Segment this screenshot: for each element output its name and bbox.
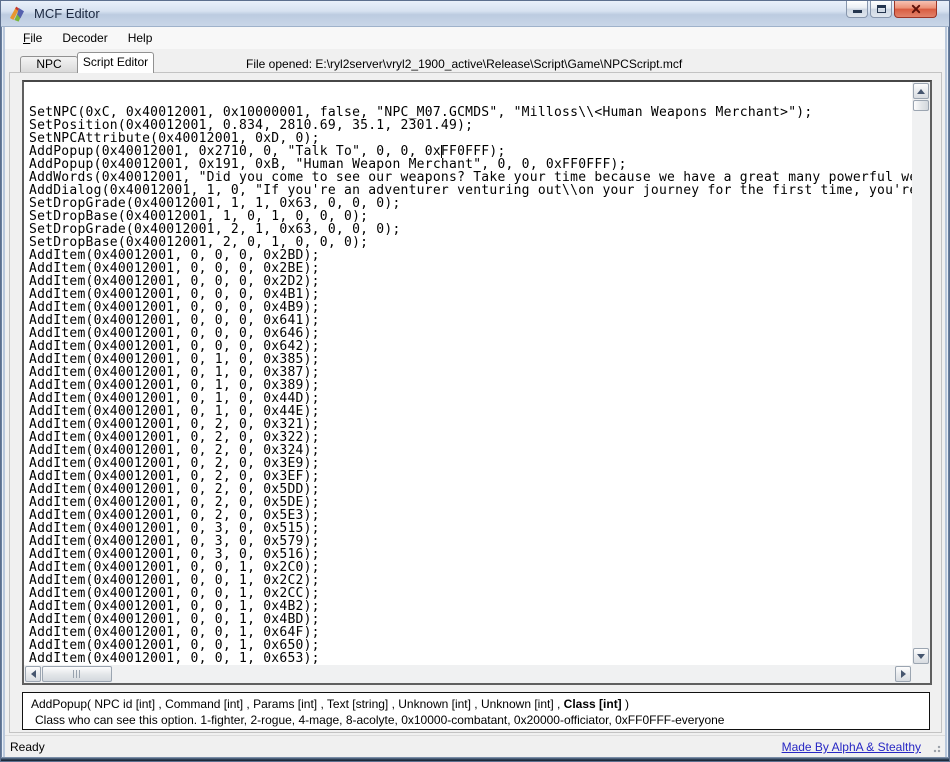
horizontal-scroll-thumb[interactable] bbox=[42, 666, 112, 682]
script-editor: SetNPC(0xC, 0x40012001, 0x10000001, fals… bbox=[22, 80, 932, 685]
window-body: NPC Editor Script Editor File opened: E:… bbox=[5, 49, 945, 735]
scroll-up-button[interactable] bbox=[913, 83, 929, 99]
mcf-editor-window: MCF Editor File Decoder Help NPC Editor … bbox=[0, 0, 950, 762]
menu-bar: File Decoder Help bbox=[5, 27, 945, 49]
tab-script-editor[interactable]: Script Editor bbox=[77, 52, 154, 73]
window-frame-right bbox=[945, 27, 949, 761]
command-description: Class who can see this option. 1-fighter… bbox=[31, 712, 921, 728]
scroll-down-button[interactable] bbox=[913, 648, 929, 664]
menu-decoder[interactable]: Decoder bbox=[52, 28, 117, 48]
maximize-icon bbox=[877, 5, 886, 13]
command-help-panel: AddPopup( NPC id [int] , Command [int] ,… bbox=[22, 692, 930, 730]
title-bar[interactable]: MCF Editor bbox=[1, 1, 949, 27]
status-bar: Ready Made By AlphA & Stealthy bbox=[5, 735, 945, 757]
maximize-button[interactable] bbox=[870, 1, 892, 18]
code-line: AddItem(0x40012001, 0, 0, 1, 0x653); bbox=[29, 652, 912, 665]
script-editor-page: SetNPC(0xC, 0x40012001, 0x10000001, fals… bbox=[9, 72, 942, 733]
menu-file[interactable]: File bbox=[13, 28, 52, 48]
command-signature: AddPopup( NPC id [int] , Command [int] ,… bbox=[31, 696, 921, 712]
minimize-button[interactable] bbox=[846, 1, 868, 18]
resize-grip-icon[interactable] bbox=[931, 743, 941, 753]
editor-lines: SetNPC(0xC, 0x40012001, 0x10000001, fals… bbox=[29, 106, 912, 665]
window-title: MCF Editor bbox=[34, 6, 100, 21]
credit-link[interactable]: Made By AlphA & Stealthy bbox=[782, 740, 921, 754]
horizontal-scrollbar[interactable] bbox=[24, 665, 912, 683]
signature-suffix: ) bbox=[622, 697, 629, 711]
triangle-down-icon bbox=[917, 654, 925, 659]
triangle-left-icon bbox=[31, 670, 36, 678]
vertical-scrollbar[interactable] bbox=[912, 82, 930, 665]
file-opened-label: File opened: E:\ryl2server\vryl2_1900_ac… bbox=[246, 57, 682, 71]
close-button[interactable] bbox=[894, 1, 937, 18]
menu-help[interactable]: Help bbox=[118, 28, 163, 48]
scrollbar-corner bbox=[912, 665, 930, 683]
triangle-right-icon bbox=[901, 670, 906, 678]
signature-class-param: Class [int] bbox=[564, 697, 622, 711]
scroll-right-button[interactable] bbox=[895, 666, 911, 682]
triangle-up-icon bbox=[917, 89, 925, 94]
tab-npc-editor[interactable]: NPC Editor bbox=[20, 56, 78, 72]
window-frame-left bbox=[1, 27, 5, 761]
signature-prefix: AddPopup( NPC id [int] , Command [int] ,… bbox=[31, 697, 564, 711]
menu-file-rest: ile bbox=[30, 31, 42, 45]
window-controls bbox=[846, 1, 937, 18]
app-icon bbox=[8, 5, 26, 23]
vertical-scroll-thumb[interactable] bbox=[913, 100, 929, 111]
script-text-area[interactable]: SetNPC(0xC, 0x40012001, 0x10000001, fals… bbox=[24, 82, 912, 665]
scroll-left-button[interactable] bbox=[25, 666, 41, 682]
minimize-icon bbox=[853, 10, 862, 13]
window-frame-bottom bbox=[1, 757, 949, 761]
status-text: Ready bbox=[10, 740, 45, 754]
